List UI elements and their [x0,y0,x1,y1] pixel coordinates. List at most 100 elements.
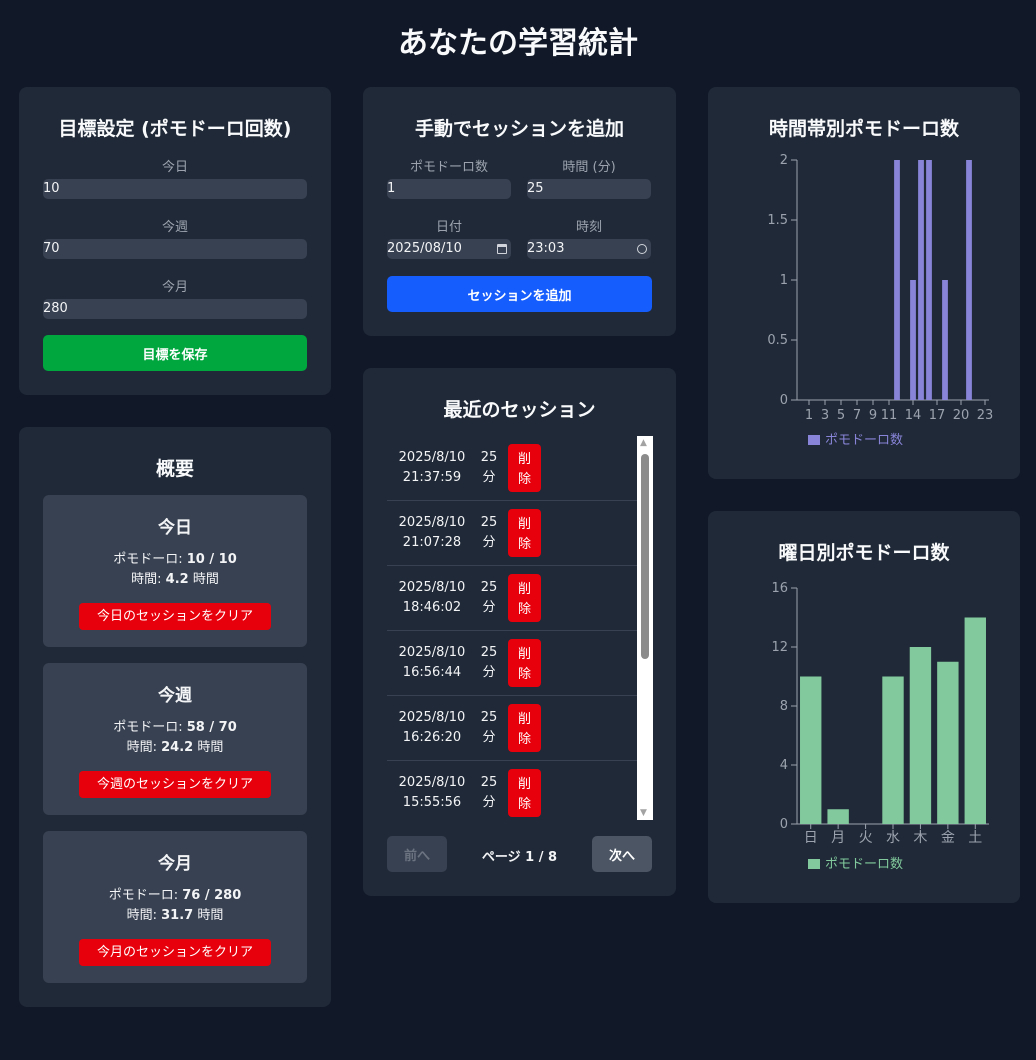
pomodoro-count-input[interactable] [387,179,511,199]
y-tick-label: 12 [771,640,788,655]
session-row: 2025/8/10 21:07:28 25 分 削除 [387,501,637,566]
session-duration: 25 分 [480,450,498,485]
x-tick-label: 17 [929,408,946,423]
scroll-up-icon[interactable]: ▲ [640,438,647,448]
summary-month: 今月 ポモドーロ: 76 / 280 時間: 31.7 時間 今月のセッションを… [43,831,307,983]
date-value: 2025/08/10 [387,241,462,256]
recent-sessions-title: 最近のセッション [443,399,596,421]
date-input[interactable]: 2025/08/10 [387,239,511,259]
summary-today-pomodoros: ポモドーロ: 10 / 10 [113,552,237,567]
summary-today: 今日 ポモドーロ: 10 / 10 時間: 4.2 時間 今日のセッションをクリ… [43,495,307,647]
session-datetime: 2025/8/10 18:46:02 [398,580,466,615]
summary-month-time: 時間: 31.7 時間 [126,908,224,923]
page-info: ページ 1 / 8 [481,850,558,865]
save-goals-button[interactable]: 目標を保存 [43,335,307,371]
delete-session-button[interactable]: 削除 [508,639,541,687]
delete-session-button[interactable]: 削除 [508,704,541,752]
session-datetime: 2025/8/10 16:56:44 [398,645,466,680]
x-tick-label: 5 [837,408,845,423]
summary-month-title: 今月 [158,854,192,874]
page-title: あなたの学習統計 [398,26,638,61]
chart-bar [964,617,986,824]
y-tick-label: 8 [780,699,788,714]
chart-bar [909,647,932,824]
chart-bar [918,160,924,400]
next-page-button[interactable]: 次へ [592,836,652,872]
x-tick-label: 20 [953,408,970,423]
y-tick-label: 4 [780,758,788,773]
summary-today-time: 時間: 4.2 時間 [131,572,219,587]
overview-card: 概要 今日 ポモドーロ: 10 / 10 時間: 4.2 時間 今日のセッション… [19,427,331,1007]
hourly-chart-card: 時間帯別ポモドーロ数 0 0.5 1 1.5 2 1 3 5 7 9 11 14 17 20 23 ポモドーロ… [708,87,1020,479]
legend-swatch [808,859,820,869]
goals-card: 目標設定 (ポモドーロ回数) 今日 今週 今月 目標を保存 [19,87,331,395]
goal-week-input[interactable] [43,239,307,259]
time-value: 23:03 [527,241,565,256]
delete-session-button[interactable]: 削除 [508,509,541,557]
summary-week: 今週 ポモドーロ: 58 / 70 時間: 24.2 時間 今週のセッションをク… [43,663,307,815]
chart-bar [926,160,932,400]
goal-today-label: 今日 [161,160,188,175]
manual-add-card: 手動でセッションを追加 ポモドーロ数 時間 (分) 日付 2025/08/10 … [363,87,676,336]
x-tick-label: 3 [821,408,829,423]
manual-add-title: 手動でセッションを追加 [414,118,624,140]
x-tick-label: 7 [853,408,861,423]
legend-label: ポモドーロ数 [825,857,903,872]
x-tick-label: 水 [886,830,900,846]
weekday-bar-chart: 0 4 8 12 16 日月火水木金土ポモドーロ数 [771,581,989,872]
chart-bar [966,160,972,400]
scroll-down-icon[interactable]: ▼ [640,808,647,818]
clear-today-button[interactable]: 今日のセッションをクリア [79,603,271,630]
x-tick-label: 日 [804,830,818,846]
delete-session-button[interactable]: 削除 [508,574,541,622]
session-duration: 25 分 [480,515,498,550]
goal-today-input[interactable] [43,179,307,199]
recent-sessions-card: 最近のセッション 2025/8/10 21:37:59 25 分 削除 2025/8… [363,368,676,896]
duration-minutes-label: 時間 (分) [562,160,616,175]
weekday-chart-card: 曜日別ポモドーロ数 0 4 8 12 16 日月火水木金土ポモドーロ数 [708,511,1020,903]
session-row: 2025/8/10 18:46:02 25 分 削除 [387,566,637,631]
hourly-bar-chart: 00.511.521 3 5 7 9 11 14 17 20 23ポモドーロ数 [767,153,994,448]
chart-bar [894,160,900,400]
duration-minutes-input[interactable] [527,179,651,199]
session-datetime: 2025/8/10 16:26:20 [398,710,466,745]
x-tick-label: 11 [881,408,898,423]
summary-week-title: 今週 [158,686,192,706]
add-session-button[interactable]: セッションを追加 [387,276,652,312]
time-label: 時刻 [575,220,602,235]
chart-bar [937,661,959,824]
overview-title: 概要 [155,458,194,480]
summary-week-time: 時間: 24.2 時間 [126,740,224,755]
x-tick-label: 1 [805,408,813,423]
delete-session-button[interactable]: 削除 [508,769,541,817]
prev-page-button[interactable]: 前へ [387,836,447,872]
clear-month-button[interactable]: 今月のセッションをクリア [79,939,271,966]
legend-label: ポモドーロ数 [825,433,903,448]
summary-month-pomodoros: ポモドーロ: 76 / 280 [108,888,242,903]
session-duration: 25 分 [480,645,498,680]
y-tick-label: 0.5 [767,333,788,348]
scroll-thumb[interactable] [641,454,649,659]
goal-week-label: 今週 [161,220,188,235]
goal-month-label: 今月 [161,280,188,295]
x-tick-label: 火 [859,830,873,846]
session-row: 2025/8/10 21:37:59 25 分 削除 [387,436,637,501]
summary-week-pomodoros: ポモドーロ: 58 / 70 [113,720,237,735]
clock-icon[interactable] [637,244,647,254]
x-tick-label: 月 [831,830,845,846]
session-datetime: 2025/8/10 15:55:56 [398,775,466,810]
session-row: 2025/8/10 15:55:56 25 分 削除 [387,761,637,820]
clear-week-button[interactable]: 今週のセッションをクリア [79,771,271,798]
x-tick-label: 金 [941,830,955,846]
time-input[interactable]: 23:03 [527,239,651,259]
x-tick-label: 23 [977,408,994,423]
date-label: 日付 [435,220,462,235]
sessions-scrollbar[interactable]: ▲ ▼ [637,436,653,820]
session-row: 2025/8/10 16:56:44 25 分 削除 [387,631,637,696]
delete-session-button[interactable]: 削除 [508,444,541,492]
goal-month-input[interactable] [43,299,307,319]
calendar-icon[interactable] [497,244,507,254]
x-tick-label: 木 [913,830,927,846]
session-duration: 25 分 [480,580,498,615]
chart-bar [882,676,904,824]
